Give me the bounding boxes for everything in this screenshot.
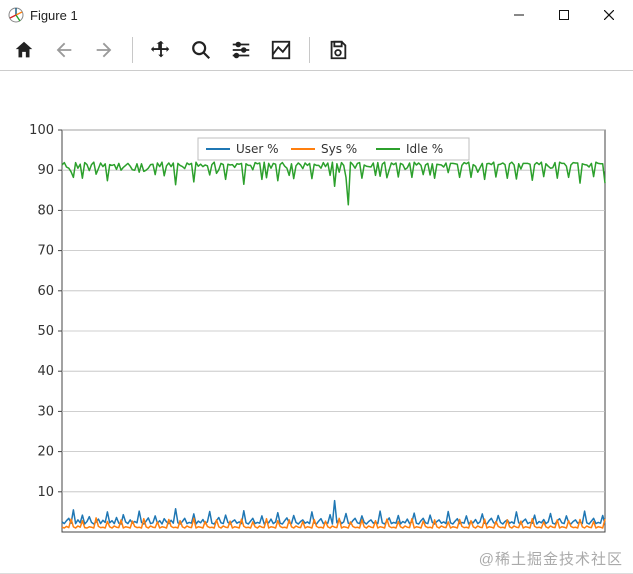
svg-text:40: 40 xyxy=(37,364,54,379)
svg-text:100: 100 xyxy=(29,123,54,138)
minimize-button[interactable] xyxy=(496,0,541,30)
svg-text:Idle %: Idle % xyxy=(406,142,443,156)
zoom-button[interactable] xyxy=(185,35,217,65)
svg-text:30: 30 xyxy=(37,404,54,419)
toolbar-separator xyxy=(132,37,133,63)
back-button[interactable] xyxy=(48,35,80,65)
titlebar-left: Figure 1 xyxy=(8,7,78,23)
axes-edit-button[interactable] xyxy=(265,35,297,65)
save-button[interactable] xyxy=(322,35,354,65)
titlebar: Figure 1 xyxy=(0,0,633,30)
svg-text:70: 70 xyxy=(37,244,54,259)
home-button[interactable] xyxy=(8,35,40,65)
window-title: Figure 1 xyxy=(30,8,78,23)
svg-text:50: 50 xyxy=(37,324,54,339)
svg-text:90: 90 xyxy=(37,163,54,178)
svg-text:User %: User % xyxy=(236,142,279,156)
svg-text:20: 20 xyxy=(37,445,54,460)
close-button[interactable] xyxy=(586,0,631,30)
toolbar-separator xyxy=(309,37,310,63)
figure-window: Figure 1 xyxy=(0,0,633,574)
svg-text:Sys %: Sys % xyxy=(321,142,357,156)
forward-button[interactable] xyxy=(88,35,120,65)
toolbar xyxy=(0,30,633,71)
svg-text:80: 80 xyxy=(37,203,54,218)
subplots-button[interactable] xyxy=(225,35,257,65)
plot-area[interactable]: 10 20 30 40 50 60 70 80 90 100 User % Sys % Idle % xyxy=(0,70,633,573)
svg-text:10: 10 xyxy=(37,485,54,500)
svg-text:60: 60 xyxy=(37,284,54,299)
maximize-button[interactable] xyxy=(541,0,586,30)
window-controls xyxy=(496,0,631,30)
matplotlib-icon xyxy=(8,7,24,23)
chart-svg: 10 20 30 40 50 60 70 80 90 100 User % Sys % Idle % xyxy=(0,70,633,574)
pan-button[interactable] xyxy=(145,35,177,65)
